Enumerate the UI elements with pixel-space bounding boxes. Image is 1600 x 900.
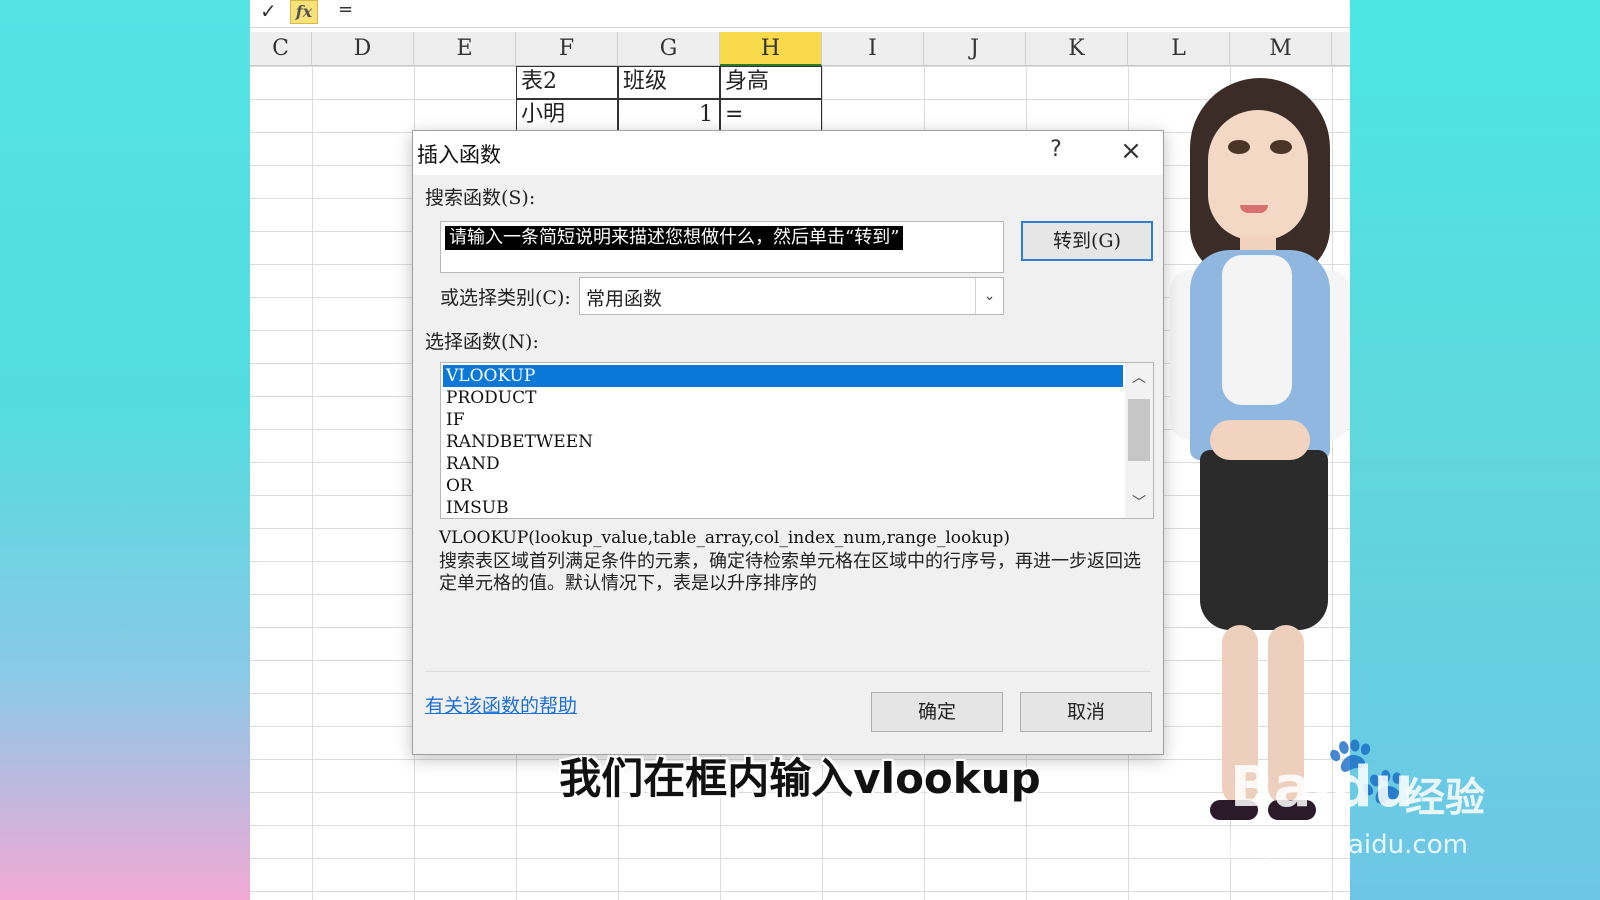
column-header-d[interactable]: D — [312, 32, 414, 66]
avatar-eye-right — [1270, 140, 1292, 154]
help-icon[interactable]: ? — [1041, 137, 1071, 167]
list-item-randbetween[interactable]: RANDBETWEEN — [443, 431, 1123, 453]
column-header-i[interactable]: I — [822, 32, 924, 66]
formula-bar: ✓ fx = — [250, 0, 1350, 28]
list-item-or[interactable]: OR — [443, 475, 1123, 497]
column-header-h[interactable]: H — [720, 32, 822, 66]
dialog-title: 插入函数 — [417, 143, 501, 167]
cell-g2[interactable]: 1 — [618, 99, 720, 132]
column-header-g[interactable]: G — [618, 32, 720, 66]
function-list[interactable]: VLOOKUP PRODUCT IF RANDBETWEEN RAND OR I… — [440, 362, 1154, 519]
avatar-face — [1208, 110, 1308, 240]
cell-h1[interactable]: 身高 — [720, 66, 822, 99]
watermark-brand: Baidu — [1230, 755, 1415, 820]
cell-h2[interactable]: = — [720, 99, 822, 132]
scrollbar-thumb[interactable] — [1128, 399, 1150, 461]
column-header-e[interactable]: E — [414, 32, 516, 66]
column-header-f[interactable]: F — [516, 32, 618, 66]
ok-button[interactable]: 确定 — [871, 692, 1003, 732]
cell-g1[interactable]: 班级 — [618, 66, 720, 99]
category-label: 或选择类别(C): — [440, 287, 571, 309]
cancel-button[interactable]: 取消 — [1020, 692, 1152, 732]
list-scrollbar[interactable]: ︿ ﹀ — [1125, 363, 1153, 518]
avatar-eye-left — [1228, 140, 1250, 154]
function-description: 搜索表区域首列满足条件的元素，确定待检索单元格在区域中的行序号，再进一步返回选定… — [439, 551, 1141, 594]
insert-function-button[interactable]: fx — [290, 0, 318, 24]
watermark-url: jingyan.baidu.com — [1228, 830, 1468, 860]
chevron-down-icon[interactable]: ﹀ — [1125, 490, 1153, 516]
search-input[interactable]: 请输入一条简短说明来描述您想做什么，然后单击“转到” — [440, 221, 1004, 273]
avatar-hands — [1210, 420, 1310, 460]
select-function-label: 选择函数(N): — [425, 331, 539, 353]
checkmark-icon[interactable]: ✓ — [260, 0, 284, 24]
function-syntax: VLOOKUP(lookup_value,table_array,col_ind… — [439, 528, 1011, 548]
avatar-shirt — [1222, 255, 1292, 405]
function-help-link[interactable]: 有关该函数的帮助 — [425, 691, 577, 718]
presenter-avatar — [1170, 70, 1370, 830]
avatar-mouth — [1240, 205, 1268, 213]
column-header-k[interactable]: K — [1026, 32, 1128, 66]
list-item-product[interactable]: PRODUCT — [443, 387, 1123, 409]
column-header-l[interactable]: L — [1128, 32, 1230, 66]
column-header-c[interactable]: C — [250, 32, 312, 66]
chevron-down-icon[interactable]: ⌄ — [975, 278, 1003, 314]
goto-button[interactable]: 转到(G) — [1021, 221, 1153, 261]
video-subtitle: 我们在框内输入vlookup — [559, 754, 1041, 803]
insert-function-dialog: 插入函数 ? × 搜索函数(S): 请输入一条简短说明来描述您想做什么，然后单击… — [412, 130, 1164, 755]
formula-input[interactable]: = — [338, 0, 353, 24]
search-input-text: 请输入一条简短说明来描述您想做什么，然后单击“转到” — [445, 226, 904, 250]
dialog-titlebar[interactable]: 插入函数 ? × — [413, 131, 1163, 175]
close-icon[interactable]: × — [1113, 135, 1149, 169]
category-select[interactable]: 常用函数 ⌄ — [579, 277, 1004, 315]
list-item-rand[interactable]: RAND — [443, 453, 1123, 475]
chevron-up-icon[interactable]: ︿ — [1125, 365, 1153, 391]
search-function-label: 搜索函数(S): — [425, 187, 536, 209]
column-headers: C D E F G H I J K L M — [250, 32, 1350, 66]
avatar-skirt — [1200, 450, 1328, 630]
list-item-vlookup[interactable]: VLOOKUP — [443, 365, 1123, 387]
category-select-value: 常用函数 — [586, 288, 663, 310]
column-header-j[interactable]: J — [924, 32, 1026, 66]
column-header-m[interactable]: M — [1230, 32, 1332, 66]
list-item-imsub[interactable]: IMSUB — [443, 497, 1123, 518]
cell-f2[interactable]: 小明 — [516, 99, 618, 132]
watermark-product: 经验 — [1405, 775, 1485, 821]
dialog-divider — [425, 671, 1151, 672]
cell-f1[interactable]: 表2 — [516, 66, 618, 99]
list-item-if[interactable]: IF — [443, 409, 1123, 431]
